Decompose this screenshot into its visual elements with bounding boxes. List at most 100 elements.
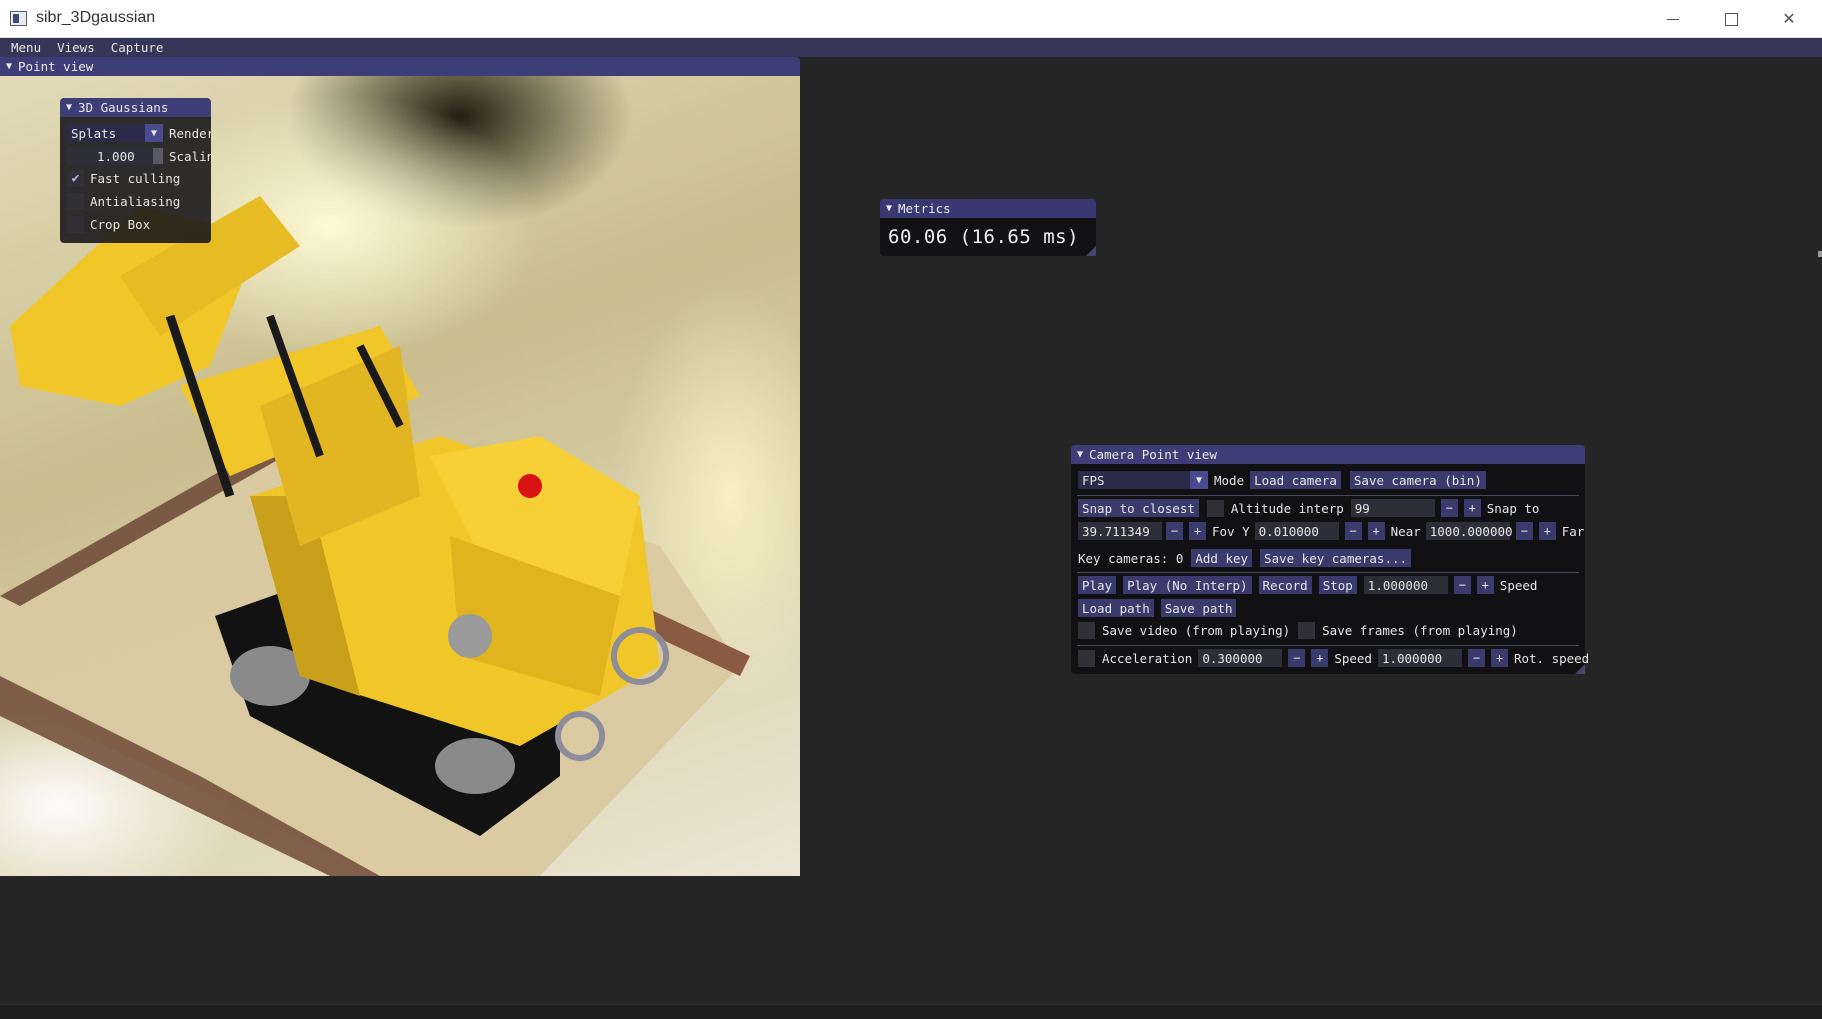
- minimize-button[interactable]: [1644, 0, 1702, 38]
- fovy-label: Fov Y: [1212, 523, 1250, 539]
- near-label: Near: [1390, 523, 1421, 539]
- altitude-minus-button[interactable]: −: [1440, 499, 1458, 517]
- render-label: Render: [169, 125, 211, 141]
- fovy-minus-button[interactable]: −: [1166, 522, 1183, 540]
- fast-culling-checkbox[interactable]: ✔: [67, 170, 84, 187]
- slider-grab[interactable]: [153, 148, 163, 164]
- key-cameras-label: Key cameras: 0: [1078, 550, 1184, 566]
- antialiasing-checkbox[interactable]: [67, 193, 84, 210]
- gaussians-panel: ▼ 3D Gaussians Splats ▼ Render 1.000 Sca…: [60, 98, 211, 243]
- play-no-interp-button[interactable]: Play (No Interp): [1123, 576, 1252, 594]
- near-value: 0.010000: [1258, 523, 1319, 539]
- near-input[interactable]: 0.010000: [1254, 522, 1339, 540]
- save-frames-label: Save frames (from playing): [1322, 623, 1518, 638]
- move-speed-label: Speed: [1334, 650, 1372, 666]
- menu-item-menu[interactable]: Menu: [11, 40, 41, 55]
- scroll-indicator: [1818, 251, 1822, 257]
- altitude-plus-button[interactable]: +: [1463, 499, 1481, 517]
- acceleration-label: Acceleration: [1102, 650, 1193, 666]
- camera-panel: ▼ Camera Point view FPS ▼ Mode Load came…: [1071, 445, 1589, 674]
- play-button[interactable]: Play: [1078, 576, 1117, 594]
- chevron-down-icon[interactable]: ▼: [1190, 471, 1208, 489]
- fps-readout: 60.06 (16.65 ms): [888, 226, 1080, 248]
- metrics-title: Metrics: [898, 201, 951, 216]
- camera-header[interactable]: ▼ Camera Point view: [1071, 445, 1585, 464]
- acceleration-checkbox[interactable]: [1078, 649, 1095, 667]
- close-button[interactable]: ✕: [1760, 0, 1818, 38]
- menu-item-views[interactable]: Views: [57, 40, 95, 55]
- fovy-input[interactable]: 39.711349: [1078, 522, 1162, 540]
- playback-speed-label: Speed: [1499, 577, 1538, 593]
- record-button[interactable]: Record: [1258, 576, 1312, 594]
- move-speed-input[interactable]: 1.000000: [1377, 649, 1462, 667]
- altitude-interp-input[interactable]: 99: [1350, 499, 1435, 517]
- collapse-triangle-icon[interactable]: ▼: [886, 203, 892, 214]
- far-input[interactable]: 1000.000000: [1425, 522, 1513, 540]
- scaling-slider[interactable]: 1.000: [67, 147, 163, 165]
- check-icon: ✔: [71, 171, 80, 186]
- collapse-triangle-icon[interactable]: ▼: [6, 61, 12, 72]
- playback-speed-minus-button[interactable]: −: [1453, 576, 1471, 594]
- crop-box-checkbox[interactable]: [67, 216, 84, 233]
- move-speed-plus-button[interactable]: +: [1490, 649, 1508, 667]
- save-frames-checkbox[interactable]: [1298, 622, 1316, 639]
- near-plus-button[interactable]: +: [1367, 522, 1385, 540]
- near-minus-button[interactable]: −: [1344, 522, 1362, 540]
- altitude-interp-label: Altitude interp: [1230, 500, 1344, 516]
- stop-button[interactable]: Stop: [1318, 576, 1357, 594]
- save-path-button[interactable]: Save path: [1160, 599, 1237, 617]
- chevron-down-icon[interactable]: ▼: [145, 124, 163, 142]
- mode-label: Mode: [1214, 472, 1245, 488]
- acceleration-minus-button[interactable]: −: [1288, 649, 1306, 667]
- add-key-button[interactable]: Add key: [1191, 549, 1253, 567]
- separator: [1077, 572, 1579, 573]
- separator: [1077, 645, 1579, 646]
- window-title: sibr_3Dgaussian: [36, 9, 156, 26]
- crop-box-label: Crop Box: [90, 217, 151, 232]
- taskbar-edge: [0, 1004, 1822, 1019]
- save-video-label: Save video (from playing): [1102, 623, 1291, 638]
- playback-speed-plus-button[interactable]: +: [1476, 576, 1494, 594]
- playback-speed-input[interactable]: 1.000000: [1363, 576, 1448, 594]
- metrics-window: ▼ Metrics 60.06 (16.65 ms): [880, 199, 1096, 256]
- camera-mode-value: FPS: [1082, 472, 1105, 488]
- save-camera-button[interactable]: Save camera (bin): [1349, 471, 1486, 489]
- menu-bar: Menu Views Capture: [0, 38, 1822, 57]
- far-value: 1000.000000: [1429, 523, 1513, 539]
- move-speed-value: 1.000000: [1381, 650, 1443, 666]
- scaling-label: Scaling: [169, 148, 211, 164]
- collapse-triangle-icon[interactable]: ▼: [1077, 449, 1083, 460]
- close-icon: ✕: [1782, 11, 1796, 28]
- altitude-interp-value: 99: [1354, 500, 1370, 516]
- load-path-button[interactable]: Load path: [1078, 599, 1154, 617]
- fovy-value: 39.711349: [1082, 523, 1150, 539]
- acceleration-plus-button[interactable]: +: [1311, 649, 1329, 667]
- acceleration-value: 0.300000: [1202, 650, 1263, 666]
- save-key-cameras-button[interactable]: Save key cameras...: [1260, 549, 1412, 567]
- menu-item-capture[interactable]: Capture: [111, 40, 164, 55]
- far-minus-button[interactable]: −: [1515, 522, 1533, 540]
- far-label: Far: [1561, 523, 1585, 539]
- camera-mode-combo[interactable]: FPS ▼: [1078, 471, 1208, 489]
- separator: [1077, 495, 1579, 496]
- camera-title: Camera Point view: [1089, 447, 1217, 462]
- antialiasing-label: Antialiasing: [90, 194, 181, 209]
- gaussians-title: 3D Gaussians: [78, 100, 169, 115]
- resize-grip[interactable]: [1086, 246, 1096, 256]
- maximize-button[interactable]: [1702, 0, 1760, 38]
- acceleration-input[interactable]: 0.300000: [1198, 649, 1283, 667]
- load-camera-button[interactable]: Load camera: [1250, 471, 1341, 489]
- far-plus-button[interactable]: +: [1538, 522, 1556, 540]
- resize-grip[interactable]: [1575, 664, 1585, 674]
- point-view-header[interactable]: ▼ Point view: [0, 57, 800, 76]
- collapse-triangle-icon[interactable]: ▼: [66, 102, 72, 113]
- snap-to-label: Snap to: [1486, 500, 1540, 516]
- altitude-interp-checkbox[interactable]: [1206, 499, 1224, 517]
- metrics-header[interactable]: ▼ Metrics: [880, 199, 1096, 218]
- gaussians-header[interactable]: ▼ 3D Gaussians: [60, 98, 211, 117]
- move-speed-minus-button[interactable]: −: [1467, 649, 1485, 667]
- render-mode-combo[interactable]: Splats ▼: [67, 124, 163, 142]
- save-video-checkbox[interactable]: [1078, 622, 1095, 639]
- fovy-plus-button[interactable]: +: [1189, 522, 1206, 540]
- snap-to-closest-button[interactable]: Snap to closest: [1078, 499, 1199, 517]
